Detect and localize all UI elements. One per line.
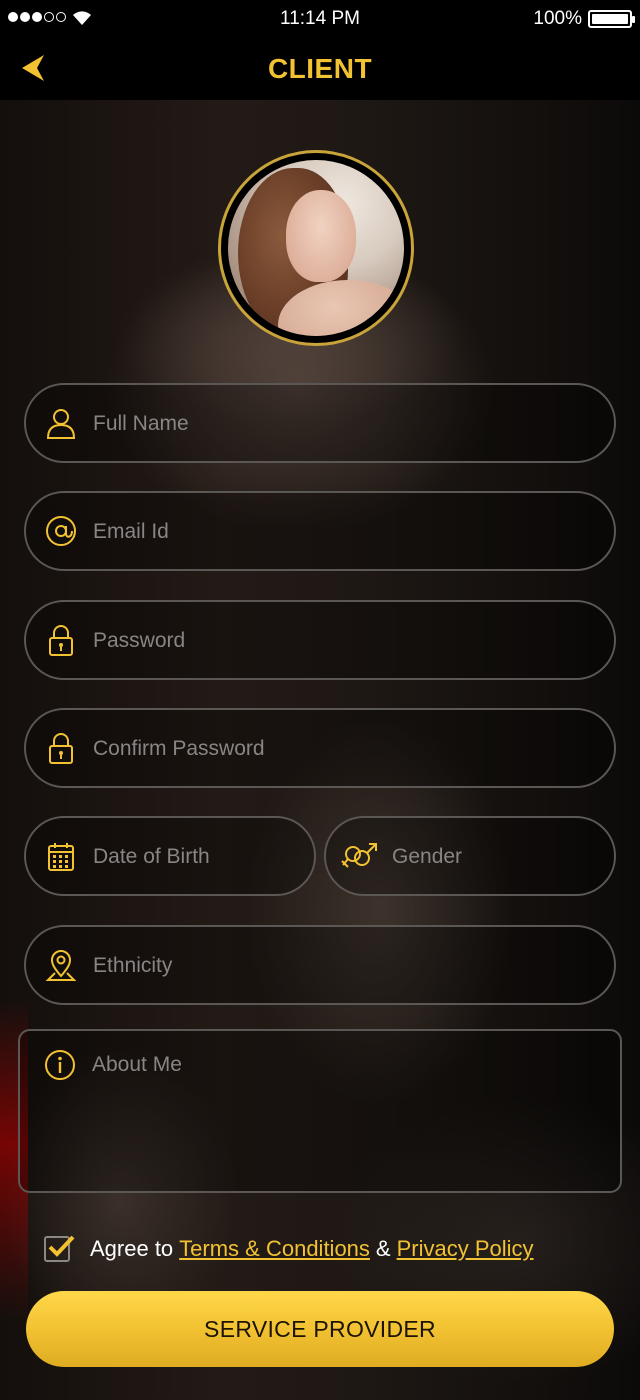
page-title: CLIENT <box>267 53 373 84</box>
terms-link[interactable]: Terms & Conditions <box>179 1236 370 1262</box>
profile-photo-picker[interactable] <box>218 150 414 346</box>
nav-bar: CLIENT <box>0 38 640 100</box>
gender-placeholder: Gender <box>392 845 463 868</box>
service-provider-button[interactable]: SERVICE PROVIDER <box>26 1291 614 1367</box>
password-field[interactable]: Password <box>24 600 616 680</box>
user-icon <box>46 409 76 439</box>
at-icon <box>46 516 76 546</box>
email-field[interactable]: Email Id <box>24 491 616 571</box>
date-of-birth-placeholder: Date of Birth <box>93 845 210 868</box>
privacy-link[interactable]: Privacy Policy <box>397 1236 534 1262</box>
calendar-icon <box>48 843 74 871</box>
gender-field[interactable]: Gender <box>324 816 616 896</box>
confirm-password-field[interactable]: Confirm Password <box>24 708 616 788</box>
checkmark-icon <box>48 1235 75 1257</box>
about-me-placeholder: About Me <box>92 1053 182 1076</box>
date-of-birth-field[interactable]: Date of Birth <box>24 816 316 896</box>
password-placeholder: Password <box>93 629 186 652</box>
ethnicity-field[interactable]: Ethnicity <box>24 925 616 1005</box>
ethnicity-placeholder: Ethnicity <box>93 954 173 977</box>
location-pin-icon <box>45 950 77 981</box>
agree-prefix: Agree to <box>90 1236 174 1261</box>
avatar <box>228 160 404 336</box>
battery-icon <box>588 10 635 28</box>
status-bar: 11:14 PM 100% <box>0 0 640 38</box>
lock-icon <box>49 625 73 656</box>
agreement-row: Agree to Terms & Conditions & Privacy Po… <box>44 1232 534 1266</box>
agree-checkbox[interactable] <box>44 1235 75 1262</box>
battery-percent: 100% <box>533 8 582 29</box>
agree-ampersand: & <box>375 1236 391 1261</box>
full-name-field[interactable]: Full Name <box>24 383 616 463</box>
about-me-textarea[interactable]: About Me <box>18 1029 622 1193</box>
full-name-placeholder: Full Name <box>93 412 189 435</box>
gender-icon <box>341 843 377 868</box>
info-icon <box>45 1050 75 1080</box>
confirm-password-placeholder: Confirm Password <box>93 737 265 760</box>
email-placeholder: Email Id <box>93 520 169 543</box>
lock-icon <box>49 733 73 764</box>
